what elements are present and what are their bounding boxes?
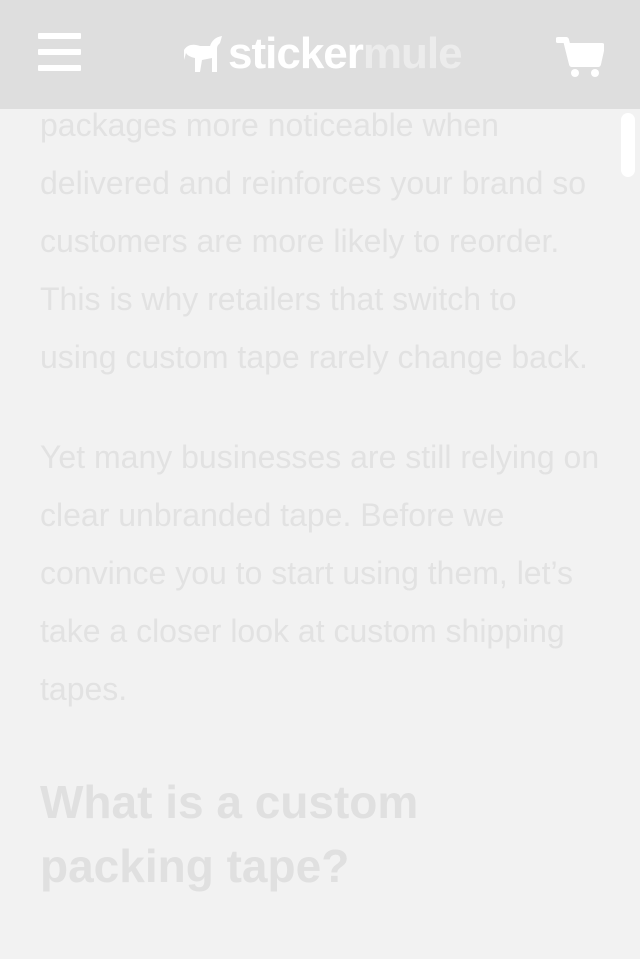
- scrollbar-thumb[interactable]: [621, 113, 635, 177]
- shopping-cart-icon[interactable]: [555, 36, 605, 78]
- logo-text-mule: mule: [362, 29, 463, 78]
- section-heading: What is a custom packing tape?: [40, 776, 419, 892]
- article-paragraph-2: Yet many businesses are still relying on…: [40, 439, 600, 707]
- mule-logo-icon: [184, 36, 222, 72]
- article-paragraph-1: packages more noticeable when delivered …: [40, 107, 588, 375]
- article-body: packages more noticeable when delivered …: [40, 96, 600, 898]
- logo-text-sticker: sticker: [228, 29, 364, 78]
- stickermule-logo[interactable]: sticker mule: [180, 26, 463, 82]
- hamburger-menu-icon[interactable]: [38, 33, 81, 71]
- top-nav-bar: sticker mule: [0, 0, 640, 109]
